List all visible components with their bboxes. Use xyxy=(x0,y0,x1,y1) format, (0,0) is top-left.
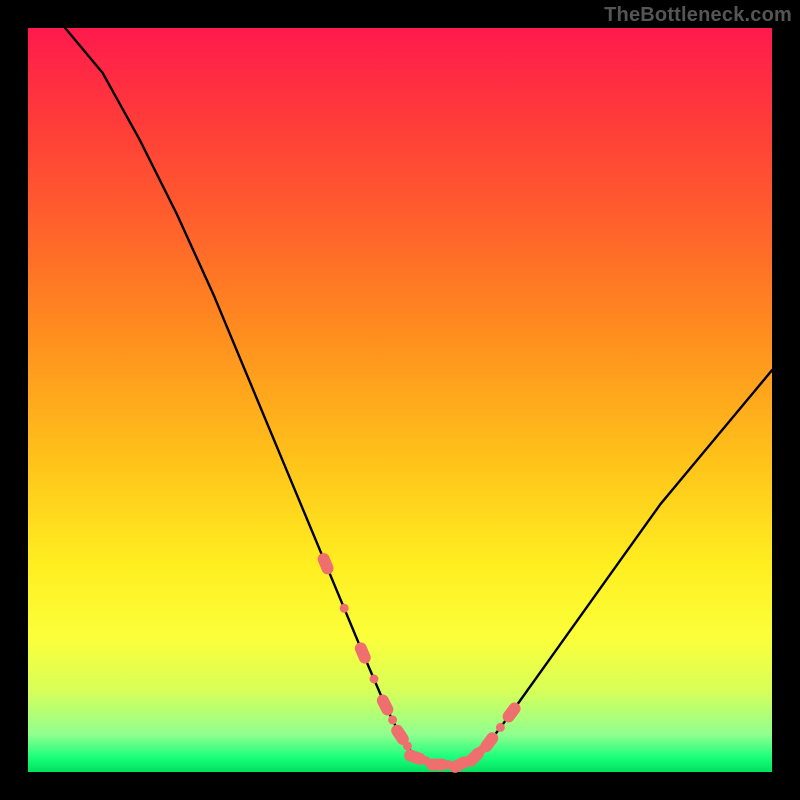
highlight-pill xyxy=(353,641,373,666)
chart-frame: TheBottleneck.com xyxy=(0,0,800,800)
highlight-pill xyxy=(316,551,336,576)
watermark-text: TheBottleneck.com xyxy=(604,4,792,27)
curve-layer xyxy=(28,28,772,772)
bottleneck-curve-path xyxy=(65,28,772,765)
highlight-dot xyxy=(388,715,397,724)
highlight-dot xyxy=(403,742,412,751)
highlight-dot xyxy=(370,675,379,684)
highlight-dot xyxy=(340,604,349,613)
highlight-pill xyxy=(375,692,396,717)
highlight-dot xyxy=(496,723,505,732)
plot-area xyxy=(28,28,772,772)
